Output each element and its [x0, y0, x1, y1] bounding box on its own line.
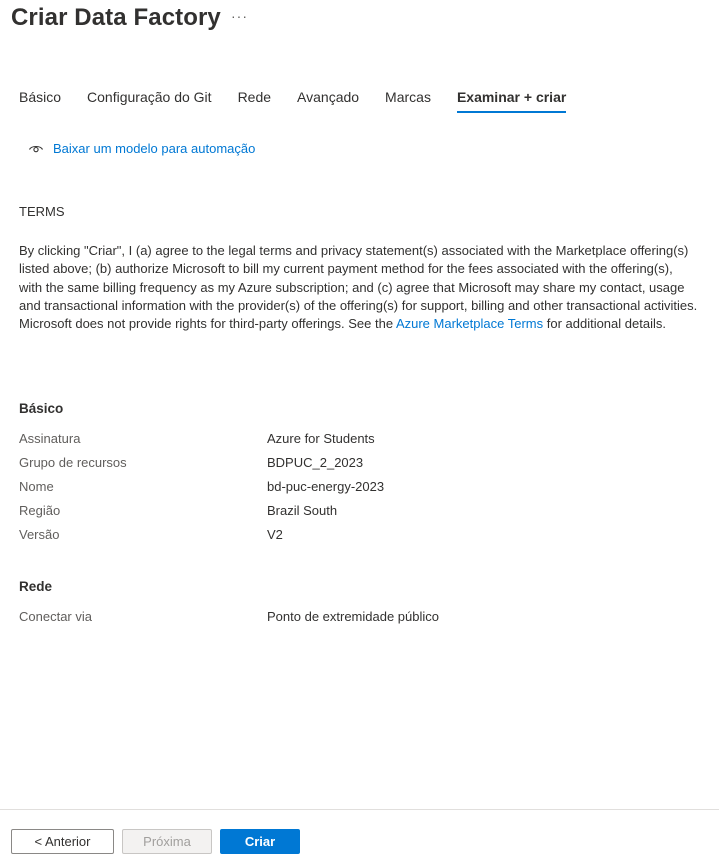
- tab-examinar-criar[interactable]: Examinar + criar: [456, 89, 567, 113]
- page-title: Criar Data Factory: [11, 4, 221, 31]
- wizard-tabs: Básico Configuração do Git Rede Avançado…: [19, 89, 592, 113]
- summary-value: V2: [267, 527, 283, 542]
- summary-key: Assinatura: [19, 431, 81, 446]
- download-template-link[interactable]: Baixar um modelo para automação: [28, 140, 255, 156]
- terms-text-end: for additional details.: [543, 316, 666, 332]
- create-button[interactable]: Criar: [220, 829, 300, 854]
- summary-key: Versão: [19, 527, 60, 542]
- footer-divider: [0, 809, 719, 810]
- summary-row: Assinatura Azure for Students: [19, 431, 699, 449]
- summary-value: Brazil South: [267, 503, 338, 518]
- terms-heading: TERMS: [19, 204, 65, 219]
- summary-value: Ponto de extremidade público: [267, 609, 440, 624]
- tab-basico[interactable]: Básico: [19, 89, 61, 113]
- summary-row: Região Brazil South: [19, 503, 699, 521]
- summary-key: Conectar via: [19, 609, 92, 624]
- summary-value: BDPUC_2_2023: [267, 455, 364, 470]
- tab-rede[interactable]: Rede: [238, 89, 271, 113]
- section-rede-heading: Rede: [19, 579, 53, 594]
- terms-text: By clicking "Criar", I (a) agree to the …: [19, 242, 699, 333]
- summary-row: Grupo de recursos BDPUC_2_2023: [19, 455, 699, 473]
- summary-value: Azure for Students: [267, 431, 375, 446]
- summary-key: Grupo de recursos: [19, 455, 127, 470]
- summary-row: Versão V2: [19, 527, 699, 545]
- summary-key: Nome: [19, 479, 54, 494]
- section-basico-heading: Básico: [19, 401, 64, 416]
- tab-marcas[interactable]: Marcas: [385, 89, 431, 113]
- previous-button[interactable]: < Anterior: [11, 829, 114, 854]
- summary-value: bd-puc-energy-2023: [267, 479, 385, 494]
- tab-avancado[interactable]: Avançado: [297, 89, 359, 113]
- more-options-icon[interactable]: ···: [231, 8, 248, 24]
- eye-icon: [28, 140, 44, 156]
- download-template-label[interactable]: Baixar um modelo para automação: [53, 141, 255, 156]
- summary-row: Nome bd-puc-energy-2023: [19, 479, 699, 497]
- summary-row: Conectar via Ponto de extremidade públic…: [19, 609, 699, 627]
- summary-key: Região: [19, 503, 61, 518]
- azure-marketplace-terms-link[interactable]: Azure Marketplace Terms: [396, 316, 543, 331]
- next-button: Próxima: [122, 829, 212, 854]
- tab-configuracao-git[interactable]: Configuração do Git: [87, 89, 212, 113]
